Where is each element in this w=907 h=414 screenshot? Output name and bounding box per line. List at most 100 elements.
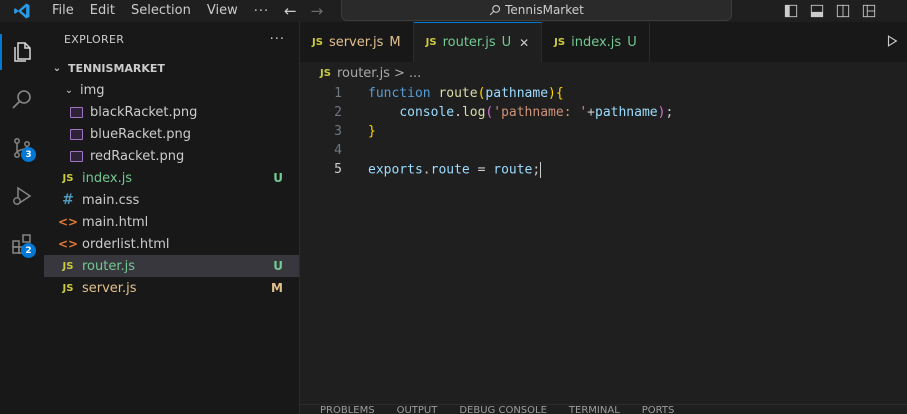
menu-selection[interactable]: Selection bbox=[123, 0, 199, 22]
code-text: console.log('pathname: '+pathname); bbox=[399, 105, 674, 120]
code-text: function route(pathname){ bbox=[368, 86, 564, 101]
git-status-badge: U bbox=[273, 171, 283, 185]
tree-item-label: router.js bbox=[82, 258, 136, 274]
code-text: exports.route = route; bbox=[368, 161, 542, 178]
search-view-icon[interactable] bbox=[0, 78, 44, 122]
git-status-badge: M bbox=[271, 281, 283, 295]
tab-index-js[interactable]: JS index.js U bbox=[542, 22, 650, 62]
tree-item-redracket[interactable]: redRacket.png bbox=[44, 145, 299, 167]
javascript-file-icon: JS bbox=[62, 282, 74, 294]
tree-item-label: server.js bbox=[82, 280, 137, 296]
image-file-icon bbox=[68, 148, 84, 164]
panel-tab-output[interactable]: OUTPUT bbox=[397, 405, 438, 414]
html-file-icon: <> bbox=[57, 215, 79, 229]
tab-status: U bbox=[627, 34, 637, 50]
tree-item-label: orderlist.html bbox=[82, 236, 170, 252]
javascript-file-icon: JS bbox=[320, 67, 331, 79]
customize-layout-icon[interactable] bbox=[860, 3, 878, 19]
source-control-icon[interactable]: 3 bbox=[0, 126, 44, 170]
text-cursor bbox=[540, 161, 542, 178]
search-icon bbox=[489, 4, 501, 16]
editor-area: JS server.js M JS router.js U ✕ JS index… bbox=[300, 22, 907, 414]
extensions-icon[interactable]: 2 bbox=[0, 222, 44, 266]
image-file-icon bbox=[68, 104, 84, 120]
code-line-current: 5 exports.route = route; bbox=[300, 160, 907, 179]
javascript-file-icon: JS bbox=[312, 36, 323, 48]
code-line: 3 } bbox=[300, 122, 907, 141]
tree-item-main-html[interactable]: <> main.html bbox=[44, 211, 299, 233]
chevron-down-icon: ⌄ bbox=[52, 62, 62, 74]
tab-label: index.js bbox=[571, 34, 622, 50]
workspace-folder-label: TENNISMARKET bbox=[68, 61, 165, 75]
run-play-icon[interactable] bbox=[885, 34, 899, 51]
tree-item-label: redRacket.png bbox=[90, 148, 185, 164]
tree-item-label: main.css bbox=[82, 192, 140, 208]
tree-item-server-js[interactable]: JS server.js M bbox=[44, 277, 299, 299]
tree-item-label: blackRacket.png bbox=[90, 104, 198, 120]
tab-status: U bbox=[501, 35, 512, 50]
panel-tab-ports[interactable]: PORTS bbox=[642, 405, 675, 414]
code-editor[interactable]: 1 function route(pathname){ 2 console.lo… bbox=[300, 84, 907, 179]
toggle-secondary-sidebar-icon[interactable] bbox=[834, 3, 852, 19]
tree-folder-img[interactable]: ⌄ img bbox=[44, 79, 299, 101]
toggle-primary-sidebar-icon[interactable] bbox=[782, 3, 800, 19]
line-number: 1 bbox=[334, 86, 342, 101]
html-file-icon: <> bbox=[57, 237, 79, 251]
close-icon[interactable]: ✕ bbox=[519, 36, 529, 50]
panel-tab-problems[interactable]: PROBLEMS bbox=[320, 405, 375, 414]
menu-edit[interactable]: Edit bbox=[82, 0, 123, 22]
explorer-sidebar: EXPLORER ··· ⌄ TENNISMARKET ⌄ img blackR… bbox=[44, 22, 300, 414]
forward-arrow-icon[interactable]: → bbox=[311, 2, 324, 20]
tree-item-label: blueRacket.png bbox=[90, 126, 191, 142]
vscode-logo-icon bbox=[0, 0, 44, 22]
breadcrumb: JS router.js > ... bbox=[300, 62, 907, 84]
explorer-header: EXPLORER ··· bbox=[44, 22, 299, 57]
tab-router-js[interactable]: JS router.js U ✕ bbox=[413, 22, 543, 62]
activity-bar: 3 2 bbox=[0, 22, 44, 414]
back-arrow-icon[interactable]: ← bbox=[284, 2, 297, 20]
javascript-file-icon: JS bbox=[62, 172, 74, 184]
explorer-title: EXPLORER bbox=[64, 33, 125, 46]
tree-item-router-js[interactable]: JS router.js U bbox=[44, 255, 299, 277]
source-control-badge: 3 bbox=[21, 147, 36, 162]
menu-bar: File Edit Selection View ··· bbox=[44, 0, 277, 22]
tab-server-js[interactable]: JS server.js M bbox=[300, 22, 414, 62]
code-line: 1 function route(pathname){ bbox=[300, 84, 907, 103]
tree-item-orderlist-html[interactable]: <> orderlist.html bbox=[44, 233, 299, 255]
code-line: 2 console.log('pathname: '+pathname); bbox=[300, 103, 907, 122]
tree-item-label: img bbox=[80, 82, 105, 98]
extensions-badge: 2 bbox=[21, 243, 36, 258]
command-center-search[interactable]: TennisMarket bbox=[341, 0, 732, 21]
line-number: 2 bbox=[334, 105, 342, 120]
run-debug-icon[interactable] bbox=[0, 174, 44, 218]
workspace-folder[interactable]: ⌄ TENNISMARKET bbox=[44, 57, 299, 79]
explorer-icon[interactable] bbox=[0, 30, 44, 74]
javascript-file-icon: JS bbox=[425, 37, 437, 48]
breadcrumb-symbols[interactable]: ... bbox=[409, 66, 421, 81]
tree-item-blackracket[interactable]: blackRacket.png bbox=[44, 101, 299, 123]
command-center-label: TennisMarket bbox=[505, 3, 584, 17]
css-file-icon: # bbox=[62, 192, 74, 208]
toggle-panel-icon[interactable] bbox=[808, 3, 826, 19]
layout-controls bbox=[782, 3, 878, 19]
menu-file[interactable]: File bbox=[44, 0, 82, 22]
code-line: 4 bbox=[300, 141, 907, 160]
tab-status: M bbox=[389, 34, 401, 50]
panel-tab-debug-console[interactable]: DEBUG CONSOLE bbox=[459, 405, 547, 414]
menu-more-button[interactable]: ··· bbox=[246, 4, 277, 19]
tree-item-label: main.html bbox=[82, 214, 149, 230]
tree-item-main-css[interactable]: # main.css bbox=[44, 189, 299, 211]
menu-view[interactable]: View bbox=[199, 0, 246, 22]
breadcrumb-separator: > bbox=[393, 65, 405, 81]
line-number: 5 bbox=[334, 162, 342, 177]
chevron-down-icon: ⌄ bbox=[64, 84, 74, 96]
code-text: } bbox=[368, 124, 376, 139]
panel-tab-terminal[interactable]: TERMINAL bbox=[569, 405, 620, 414]
javascript-file-icon: JS bbox=[554, 36, 566, 48]
tab-label: router.js bbox=[442, 35, 496, 50]
explorer-more-button[interactable]: ··· bbox=[270, 32, 285, 47]
tree-item-blueracket[interactable]: blueRacket.png bbox=[44, 123, 299, 145]
tree-item-index-js[interactable]: JS index.js U bbox=[44, 167, 299, 189]
title-bar: File Edit Selection View ··· ← → TennisM… bbox=[0, 0, 907, 22]
breadcrumb-file[interactable]: router.js bbox=[337, 66, 390, 81]
